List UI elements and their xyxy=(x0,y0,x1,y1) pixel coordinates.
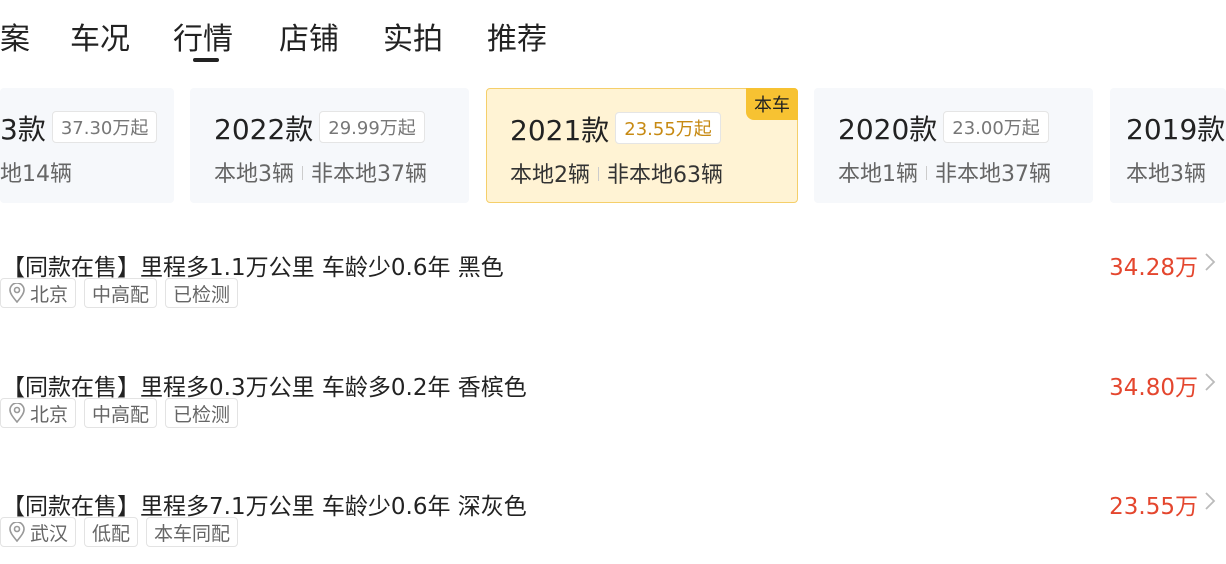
tag: 已检测 xyxy=(165,398,239,428)
chevron-right-icon xyxy=(1205,373,1216,391)
year-card-2023[interactable]: 3款 37.30万起 地14辆 xyxy=(0,88,174,203)
price-tag: 23.55万起 xyxy=(615,112,721,144)
year-card-2020[interactable]: 2020款 23.00万起 本地1辆 非本地37辆 xyxy=(814,88,1093,203)
chevron-right-icon xyxy=(1205,492,1216,510)
location-tag: 北京 xyxy=(0,398,77,428)
location-tag: 武汉 xyxy=(0,517,77,547)
local-count: 本地3辆 xyxy=(214,162,294,187)
listing-price: 34.80万 xyxy=(1109,375,1198,401)
location-pin-icon xyxy=(9,522,25,542)
listing-title: 【同款在售】里程多0.3万公里 车龄多0.2年 香槟色 xyxy=(2,375,527,401)
year-label: 2022款 xyxy=(214,113,314,146)
tab-photos[interactable]: 实拍 xyxy=(383,14,443,58)
tab-store[interactable]: 店铺 xyxy=(279,14,339,58)
location-tag: 北京 xyxy=(0,278,77,308)
tag: 已检测 xyxy=(165,278,239,308)
city-label: 北京 xyxy=(30,283,69,306)
year-card-2019[interactable]: 2019款 本地3辆 xyxy=(1110,88,1226,203)
count-label: 地14辆 xyxy=(0,162,72,187)
current-car-badge: 本车 xyxy=(746,88,798,120)
tab-archive[interactable]: 案 xyxy=(0,14,30,58)
city-label: 北京 xyxy=(30,403,69,426)
nonlocal-count: 非本地63辆 xyxy=(607,163,723,188)
local-count: 本地3辆 xyxy=(1126,162,1206,187)
listing-price: 34.28万 xyxy=(1109,255,1198,281)
local-count: 本地1辆 xyxy=(838,162,918,187)
city-label: 武汉 xyxy=(30,522,69,545)
location-pin-icon xyxy=(9,403,25,423)
price-tag: 23.00万起 xyxy=(943,111,1049,143)
divider xyxy=(598,167,599,181)
tag: 低配 xyxy=(84,517,139,547)
year-label: 2020款 xyxy=(838,113,938,146)
tab-market[interactable]: 行情 xyxy=(173,14,233,62)
divider xyxy=(302,166,303,180)
listing-price: 23.55万 xyxy=(1109,494,1198,520)
tag: 本车同配 xyxy=(146,517,239,547)
year-label: 2019款 xyxy=(1126,113,1226,146)
local-count: 本地2辆 xyxy=(510,163,590,188)
nonlocal-count: 非本地37辆 xyxy=(311,162,427,187)
year-card-2021[interactable]: 2021款 23.55万起 本地2辆 非本地63辆 本车 xyxy=(486,88,798,203)
location-pin-icon xyxy=(9,283,25,303)
tag: 中高配 xyxy=(84,398,158,428)
price-tag: 29.99万起 xyxy=(319,111,425,143)
listing-title: 【同款在售】里程多1.1万公里 车龄少0.6年 黑色 xyxy=(2,255,504,281)
price-tag: 37.30万起 xyxy=(51,111,158,143)
tab-condition[interactable]: 车况 xyxy=(70,14,130,58)
year-label: 2021款 xyxy=(510,114,610,147)
year-label: 3款 xyxy=(0,113,46,146)
listing-title: 【同款在售】里程多7.1万公里 车龄少0.6年 深灰色 xyxy=(2,494,527,520)
divider xyxy=(926,166,927,180)
tab-recommend[interactable]: 推荐 xyxy=(487,14,547,58)
year-card-2022[interactable]: 2022款 29.99万起 本地3辆 非本地37辆 xyxy=(190,88,469,203)
nonlocal-count: 非本地37辆 xyxy=(935,162,1051,187)
tag: 中高配 xyxy=(84,278,158,308)
chevron-right-icon xyxy=(1205,253,1216,271)
